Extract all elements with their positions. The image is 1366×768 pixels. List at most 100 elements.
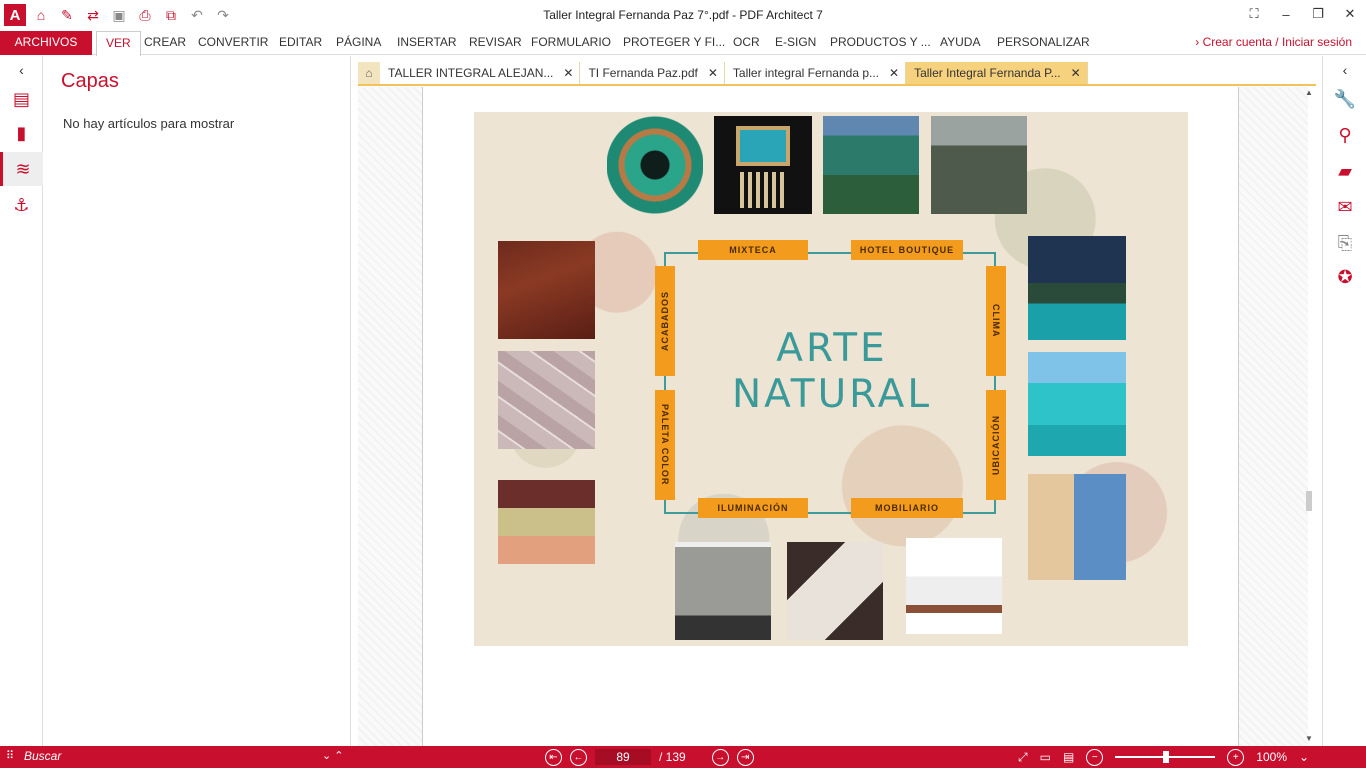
first-page-icon[interactable]: ⇤ [545,748,562,766]
close-tab-icon[interactable]: ✕ [708,62,718,84]
zoom-level[interactable]: 100% [1256,750,1287,764]
app-logo[interactable]: A [4,4,26,26]
account-link[interactable]: › Crear cuenta / Iniciar sesión [1195,35,1352,49]
doc-tab-label: Taller Integral Fernanda P... [914,66,1061,80]
anchor-icon[interactable]: ⚓ [0,188,43,222]
tab-ver[interactable]: VER [96,31,141,56]
tab-crear[interactable]: CREAR [135,31,195,55]
tab-esign[interactable]: E-SIGN [766,31,825,55]
tab-convertir[interactable]: CONVERTIR [189,31,277,55]
grip-icon: ⠿ [6,750,15,762]
tab-proteger[interactable]: PROTEGER Y FI... [614,31,734,55]
pool-palms-image [1028,236,1126,340]
jungle-aerial-image [931,116,1027,214]
search-input[interactable]: Buscar [24,749,344,765]
doc-tab[interactable]: Taller integral Fernanda p... ✕ [724,62,907,84]
tab-archivos[interactable]: ARCHIVOS [0,31,92,55]
vertical-scrollbar[interactable]: ▲ ▼ [1304,88,1314,744]
tab-productos[interactable]: PRODUCTOS Y ... [821,31,940,55]
palette-swatch [498,536,595,564]
folder-icon[interactable]: ▰ [1323,154,1366,188]
document-tabs: ⌂ TALLER INTEGRAL ALEJAN... ✕ TI Fernanda… [358,62,1088,84]
prev-page-icon[interactable]: ← [570,748,587,766]
undo-icon[interactable]: ↶ [186,4,208,26]
minimize-button[interactable]: – [1270,0,1302,28]
tab-personalizar[interactable]: PERSONALIZAR [988,31,1099,55]
label-mixteca: MIXTECA [698,240,808,260]
layers-panel-icon[interactable]: ≋ [0,152,43,186]
scroll-thumb[interactable] [1306,491,1312,511]
ribbon-tabs: ARCHIVOS VER CREAR CONVERTIR EDITAR PÁGI… [0,31,1366,56]
map-land [1028,474,1074,580]
zoom-in-icon[interactable]: + [1227,748,1245,766]
close-tab-icon[interactable]: ✕ [563,62,573,84]
scroll-down-icon[interactable]: ▼ [1304,734,1314,744]
quick-access-toolbar: A ⌂ ✎ ⇄ ▣ ⎙ ⧉ ↶ ↷ [4,4,234,26]
last-page-icon[interactable]: ⇥ [736,748,754,766]
comment-icon[interactable]: ✉ [1323,190,1366,224]
scan-icon[interactable]: ⧉ [160,4,182,26]
page-layout-icon[interactable]: ▤ [1063,750,1074,764]
convert-icon[interactable]: ⇄ [82,4,104,26]
label-acabados: ACABADOS [655,266,675,376]
zoom-dropdown-icon[interactable]: ⌄ [1299,750,1309,764]
beach-swim-image [1028,352,1126,456]
paperclip-icon[interactable]: ⎘ [1323,226,1366,260]
pendant-lamp-image [675,542,771,640]
layers-panel: Capas No hay artículos para mostrar [43,56,351,746]
wall-lamp-image [787,542,883,640]
restore-button[interactable]: ❐ [1302,0,1334,28]
bookmarks-panel-icon[interactable]: ▮ [0,116,43,150]
scroll-up-icon[interactable]: ▲ [1304,88,1314,98]
zoom-controls: ⤢ ▭ ▤ − + 100% ⌄ [1018,746,1309,768]
close-tab-icon[interactable]: ✕ [889,62,899,84]
tab-revisar[interactable]: REVISAR [460,31,531,55]
home-icon[interactable]: ⌂ [30,4,52,26]
panel-title: Capas [61,70,119,92]
search-dropdown-icon[interactable]: ⌄ ⌃ [322,749,344,762]
tab-pagina[interactable]: PÁGINA [327,31,390,55]
stone-finish-image [498,351,595,449]
tab-formulario[interactable]: FORMULARIO [522,31,620,55]
palette-swatch [498,508,595,536]
tab-ocr[interactable]: OCR [724,31,769,55]
fit-page-icon[interactable]: ⤢ [1018,750,1028,765]
zoom-out-icon[interactable]: − [1086,748,1104,766]
save-icon[interactable]: ▣ [108,4,130,26]
label-iluminacion: ILUMINACIÓN [698,498,808,518]
page-number-input[interactable]: 89 [595,749,651,765]
label-mobiliario: MOBILIARIO [851,498,963,518]
home-tab-icon[interactable]: ⌂ [358,62,380,84]
collapse-right-icon[interactable]: ‹ [1323,56,1366,84]
slide-title-line1: ARTE [776,326,888,371]
close-button[interactable]: ✕ [1334,0,1366,28]
zoom-slider-knob[interactable] [1163,751,1170,763]
close-tab-icon[interactable]: ✕ [1071,62,1081,84]
actual-size-icon[interactable]: ▭ [1040,750,1051,764]
certificate-icon[interactable]: ✪ [1323,260,1366,294]
redo-icon[interactable]: ↷ [212,4,234,26]
doc-tab[interactable]: TALLER INTEGRAL ALEJAN... ✕ [380,62,581,84]
eraser-icon[interactable]: ✎ [56,4,78,26]
slide-title: ARTE NATURAL [674,326,990,418]
status-bar: ⠿ Buscar ⌄ ⌃ ⇤ ← 89 / 139 → ⇥ ⤢ ▭ ▤ − + … [0,746,1366,768]
moodboard-slide: MIXTECA HOTEL BOUTIQUE ACABADOS PALETA C… [474,112,1188,646]
next-page-icon[interactable]: → [711,748,729,766]
binoculars-icon[interactable]: ⚲ [1323,118,1366,152]
print-icon[interactable]: ⎙ [134,4,156,26]
doc-tab-active[interactable]: Taller Integral Fernanda P... ✕ [906,62,1088,84]
pendant-fringe [740,172,786,208]
tab-editar[interactable]: EDITAR [270,31,331,55]
wrench-icon[interactable]: 🔧 [1323,82,1366,116]
zoom-slider[interactable] [1115,751,1216,763]
doc-tab[interactable]: TI Fernanda Paz.pdf ✕ [580,62,725,84]
title-bar: A ⌂ ✎ ⇄ ▣ ⎙ ⧉ ↶ ↷ Taller Integral Fernan… [0,0,1366,31]
collapse-left-icon[interactable]: ‹ [0,56,43,84]
pages-panel-icon[interactable]: ▤ [0,82,43,116]
hotel-aerial-image [823,116,919,214]
tab-ayuda[interactable]: AYUDA [931,31,989,55]
palette-swatch [498,480,595,508]
fullscreen-button[interactable]: ⛶ [1238,0,1270,28]
panel-empty-message: No hay artículos para mostrar [63,116,235,131]
tab-insertar[interactable]: INSERTAR [388,31,466,55]
